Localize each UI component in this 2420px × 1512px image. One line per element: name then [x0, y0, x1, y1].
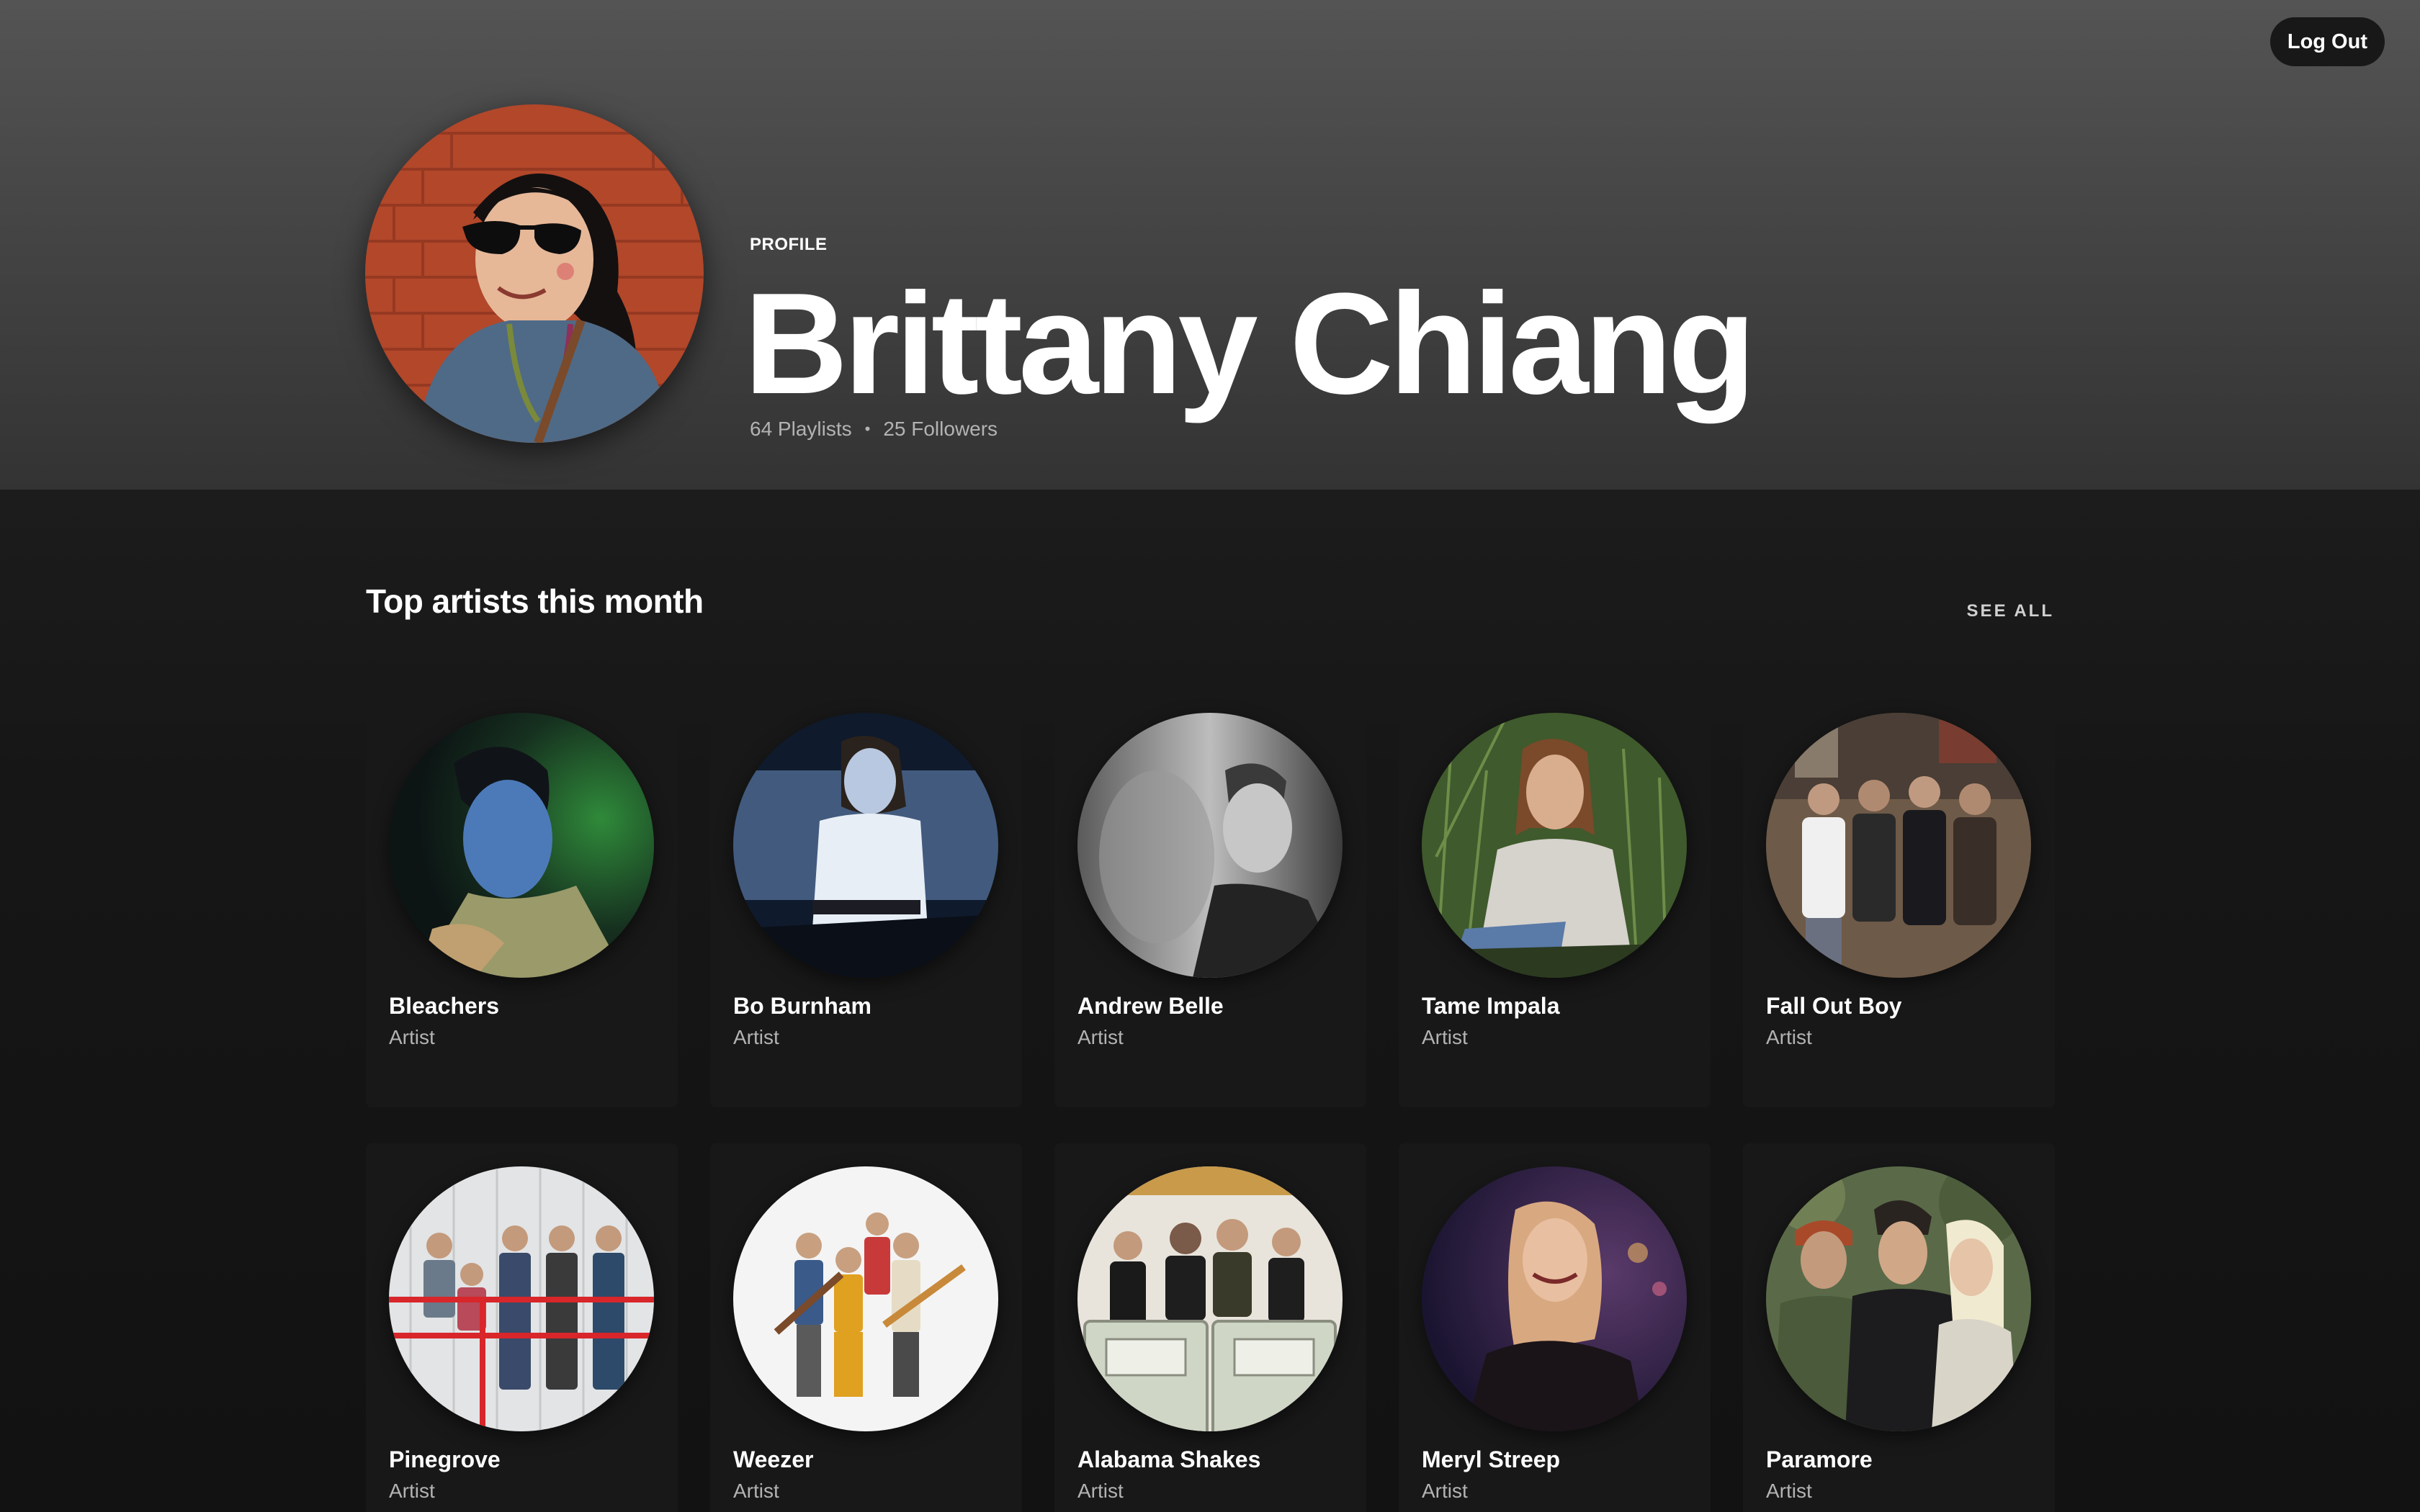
artist-grid: Bleachers Artist Bo Burnham Artist Andre…	[366, 690, 2055, 1512]
artist-type: Artist	[1422, 1026, 1468, 1048]
artist-image	[1077, 713, 1343, 978]
artist-image	[389, 1166, 654, 1431]
artist-image	[733, 713, 998, 978]
artist-type: Artist	[733, 1480, 779, 1502]
artist-image	[389, 713, 654, 978]
artist-name[interactable]: Bo Burnham	[733, 993, 871, 1020]
artist-image	[1422, 1166, 1687, 1431]
artist-image	[1766, 713, 2031, 978]
see-all-link[interactable]: SEE ALL	[1967, 601, 2054, 621]
followers-count[interactable]: 25 Followers	[883, 418, 998, 441]
artist-type: Artist	[1766, 1480, 1812, 1502]
artist-name[interactable]: Tame Impala	[1422, 993, 1559, 1020]
artist-type: Artist	[389, 1480, 435, 1502]
stats-separator: •	[864, 420, 871, 438]
artist-name[interactable]: Andrew Belle	[1077, 993, 1224, 1020]
artist-name[interactable]: Meryl Streep	[1422, 1446, 1560, 1473]
artist-card[interactable]: Paramore Artist	[1743, 1143, 2055, 1512]
artist-card[interactable]: Alabama Shakes Artist	[1054, 1143, 1366, 1512]
profile-header: Log Out PROFILE Brittany Chiang 64 Playl…	[0, 0, 2420, 490]
artist-name[interactable]: Alabama Shakes	[1077, 1446, 1260, 1473]
playlists-count[interactable]: 64 Playlists	[750, 418, 852, 441]
artist-type: Artist	[1077, 1480, 1124, 1502]
artist-type: Artist	[1766, 1026, 1812, 1048]
artist-name[interactable]: Pinegrove	[389, 1446, 501, 1473]
artist-card[interactable]: Tame Impala Artist	[1399, 690, 1711, 1107]
logout-button[interactable]: Log Out	[2269, 17, 2385, 66]
artist-card[interactable]: Fall Out Boy Artist	[1743, 690, 2055, 1107]
profile-name: Brittany Chiang	[744, 264, 1756, 424]
artist-card[interactable]: Pinegrove Artist	[366, 1143, 678, 1512]
artist-card[interactable]: Bo Burnham Artist	[710, 690, 1022, 1107]
artist-name[interactable]: Fall Out Boy	[1766, 993, 1901, 1020]
artist-type: Artist	[1422, 1480, 1468, 1502]
artist-card[interactable]: Weezer Artist	[710, 1143, 1022, 1512]
section-title: Top artists this month	[366, 582, 704, 620]
profile-stats: 64 Playlists • 25 Followers	[750, 418, 998, 441]
artist-type: Artist	[733, 1026, 779, 1048]
artist-type: Artist	[1077, 1026, 1124, 1048]
artist-image	[1422, 713, 1687, 978]
profile-avatar	[365, 104, 704, 443]
artist-name[interactable]: Bleachers	[389, 993, 499, 1020]
artist-card[interactable]: Meryl Streep Artist	[1399, 1143, 1711, 1512]
profile-page: Log Out PROFILE Brittany Chiang 64 Playl…	[0, 0, 2420, 1512]
artist-image	[733, 1166, 998, 1431]
artist-image	[1077, 1166, 1343, 1431]
profile-type-label: PROFILE	[750, 235, 828, 254]
artist-name[interactable]: Weezer	[733, 1446, 813, 1473]
artist-image	[1766, 1166, 2031, 1431]
artist-card[interactable]: Andrew Belle Artist	[1054, 690, 1366, 1107]
artist-name[interactable]: Paramore	[1766, 1446, 1873, 1473]
artist-card[interactable]: Bleachers Artist	[366, 690, 678, 1107]
artist-type: Artist	[389, 1026, 435, 1048]
